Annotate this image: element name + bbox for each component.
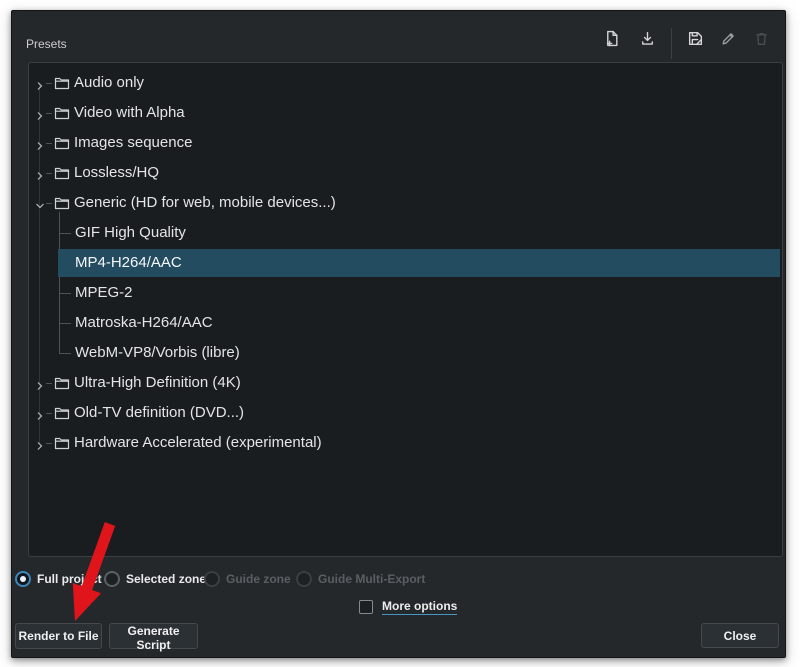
document-plus-icon — [603, 30, 620, 50]
branch-dash — [46, 203, 52, 204]
toolbar-separator — [671, 28, 672, 59]
tree-row-label: Hardware Accelerated (experimental) — [74, 428, 322, 458]
generate-script-button[interactable]: Generate Script — [109, 623, 198, 649]
preset-row[interactable]: WebM-VP8/Vorbis (libre) — [29, 338, 782, 368]
branch-dash — [46, 383, 52, 384]
more-options-label: More options — [382, 599, 457, 615]
render-to-file-button[interactable]: Render to File — [15, 623, 102, 649]
folder-icon — [54, 166, 70, 180]
folder-icon — [54, 436, 70, 450]
radio-button-icon — [296, 571, 312, 587]
radio-label: Selected zone — [126, 572, 206, 586]
chevron-right-icon[interactable] — [35, 108, 45, 118]
folder-icon — [54, 76, 70, 90]
folder-icon — [54, 376, 70, 390]
download-preset-button[interactable] — [634, 27, 660, 53]
radio-button-icon — [204, 571, 220, 587]
radio-full-project[interactable]: Full project — [15, 570, 102, 588]
screenshot-canvas: Presets Audio onlyVideo with AlphaImages… — [0, 0, 800, 667]
chevron-right-icon[interactable] — [35, 78, 45, 88]
preset-folder-row[interactable]: Hardware Accelerated (experimental) — [29, 428, 782, 458]
branch-dash — [46, 113, 52, 114]
delete-preset-button — [748, 27, 774, 53]
radio-label: Guide zone — [226, 572, 291, 586]
edit-preset-button[interactable] — [715, 27, 741, 53]
chevron-right-icon[interactable] — [35, 138, 45, 148]
tree-row-label: Video with Alpha — [74, 98, 185, 128]
radio-guide-zone: Guide zone — [204, 570, 291, 588]
trash-icon — [753, 30, 770, 50]
preset-row[interactable]: GIF High Quality — [29, 218, 782, 248]
presets-label: Presets — [26, 37, 67, 51]
tree-row-label: Audio only — [74, 68, 144, 98]
tree-row-label: Lossless/HQ — [74, 158, 159, 188]
chevron-right-icon[interactable] — [35, 168, 45, 178]
radio-button-icon[interactable] — [104, 571, 120, 587]
preset-folder-row[interactable]: Audio only — [29, 68, 782, 98]
preset-folder-row[interactable]: Images sequence — [29, 128, 782, 158]
tree-row-label: Ultra-High Definition (4K) — [74, 368, 241, 398]
folder-icon — [54, 196, 70, 210]
preset-row[interactable]: Matroska-H264/AAC — [29, 308, 782, 338]
radio-label: Full project — [37, 572, 102, 586]
tree-row-label: Images sequence — [74, 128, 192, 158]
save-edit-icon — [687, 30, 704, 50]
tree-row-label: Generic (HD for web, mobile devices...) — [74, 188, 336, 218]
download-icon — [639, 30, 656, 50]
tree-row-label: MP4-H264/AAC — [75, 248, 182, 278]
preset-folder-row[interactable]: Generic (HD for web, mobile devices...) — [29, 188, 782, 218]
folder-icon — [54, 136, 70, 150]
chevron-down-icon[interactable] — [35, 198, 45, 208]
render-presets-dialog: Presets Audio onlyVideo with AlphaImages… — [11, 10, 786, 658]
radio-label: Guide Multi-Export — [318, 572, 425, 586]
branch-dash — [46, 143, 52, 144]
branch-dash — [46, 413, 52, 414]
save-preset-button[interactable] — [682, 27, 708, 53]
chevron-right-icon[interactable] — [35, 378, 45, 388]
preset-folder-row[interactable]: Video with Alpha — [29, 98, 782, 128]
chevron-right-icon[interactable] — [35, 408, 45, 418]
radio-button-icon[interactable] — [15, 571, 31, 587]
preset-row[interactable]: MP4-H264/AAC — [29, 248, 782, 278]
tree-row-label: GIF High Quality — [75, 218, 186, 248]
branch-dash — [46, 83, 52, 84]
radio-selected-zone[interactable]: Selected zone — [104, 570, 206, 588]
more-options-toggle[interactable]: More options — [359, 599, 457, 615]
tree-row-label: Matroska-H264/AAC — [75, 308, 213, 338]
tree-row-label: WebM-VP8/Vorbis (libre) — [75, 338, 240, 368]
radio-guide-multi-export: Guide Multi-Export — [296, 570, 425, 588]
folder-icon — [54, 406, 70, 420]
branch-dash — [46, 443, 52, 444]
chevron-right-icon[interactable] — [35, 438, 45, 448]
preset-folder-row[interactable]: Ultra-High Definition (4K) — [29, 368, 782, 398]
pencil-icon — [720, 30, 737, 50]
tree-row-label: MPEG-2 — [75, 278, 133, 308]
new-preset-button[interactable] — [598, 27, 624, 53]
preset-folder-row[interactable]: Old-TV definition (DVD...) — [29, 398, 782, 428]
preset-folder-row[interactable]: Lossless/HQ — [29, 158, 782, 188]
close-button[interactable]: Close — [701, 623, 779, 648]
more-options-checkbox[interactable] — [359, 600, 373, 614]
branch-dash — [46, 173, 52, 174]
preset-row[interactable]: MPEG-2 — [29, 278, 782, 308]
presets-tree[interactable]: Audio onlyVideo with AlphaImages sequenc… — [28, 62, 783, 557]
folder-icon — [54, 106, 70, 120]
tree-row-label: Old-TV definition (DVD...) — [74, 398, 244, 428]
